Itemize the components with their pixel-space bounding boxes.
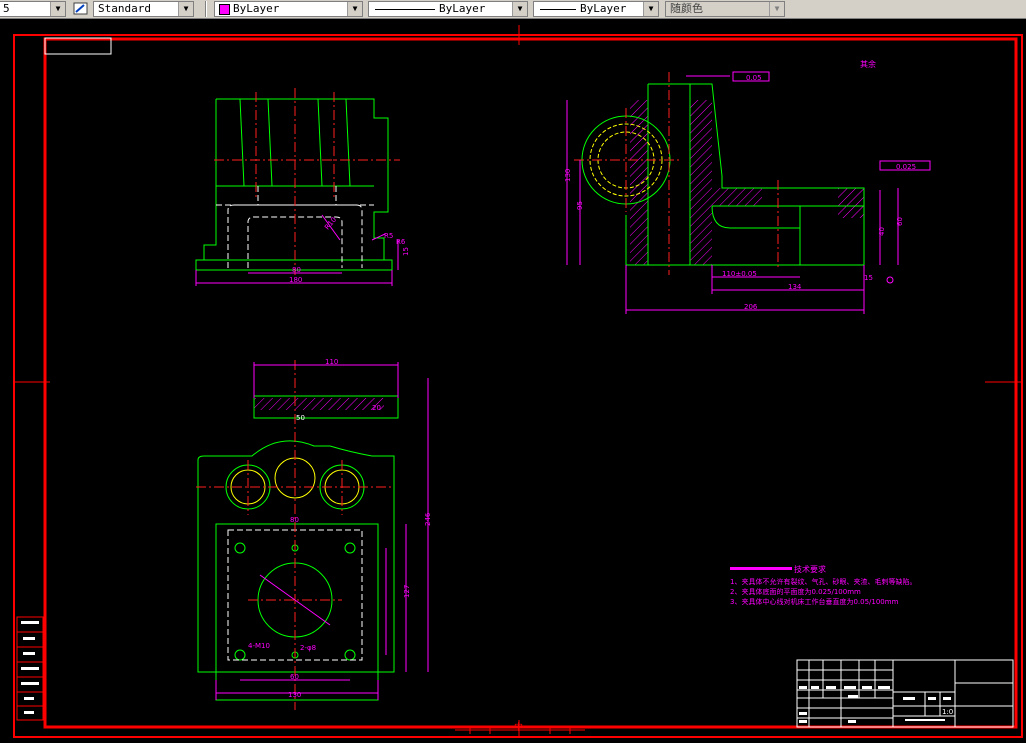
tech-req-line-2: 2、夹具体底面的平面度为0.025/100mm [730,587,861,596]
toolbar-separator [205,1,207,17]
side-section-view: 206 134 110±0.05 130 95 40 60 15 0.05 0.… [564,59,931,314]
side-dim-130: 130 [564,169,572,182]
side-dim-15: 15 [864,274,873,282]
sheet-outer-border [13,34,1023,738]
title-block-scale: 1:0 [942,708,953,716]
chevron-down-icon[interactable]: ▼ [347,2,362,16]
chevron-down-icon[interactable]: ▼ [643,2,658,16]
front-dim-r10: R10 [323,216,338,232]
top-dim-110: 110 [325,358,338,366]
properties-toolbar: 5 ▼ Standard ▼ ByLayer ▼ ByLayer ▼ ByLay… [0,0,1026,19]
top-dim-80: 80 [290,516,299,524]
chevron-down-icon[interactable]: ▼ [178,2,193,16]
side-dim-40: 40 [878,227,886,236]
linetype-value: ByLayer [439,2,486,15]
color-swatch-icon [219,4,230,15]
front-dim-inner: 80 [292,266,301,274]
top-dim-127: 127 [403,585,411,598]
text-style-value: Standard [98,2,151,15]
linetype-combo[interactable]: ByLayer ▼ [368,1,528,17]
linetype-sample [375,9,435,10]
top-dim-m10: 4-M10 [248,642,270,650]
side-dim-110: 110±0.05 [722,270,757,278]
side-dim-60: 60 [896,217,904,226]
lineweight-value: ByLayer [580,2,627,15]
side-dim-total: 206 [744,303,758,311]
lineweight-combo[interactable]: ByLayer ▼ [533,1,659,17]
top-view: 110 50 80 60 130 246 127 20 4-M10 2-φ8 [196,358,432,710]
top-dim-60: 60 [290,673,299,681]
chevron-down-icon[interactable]: ▼ [769,2,784,16]
color-combo[interactable]: ByLayer ▼ [214,1,363,17]
top-dim-50: 50 [296,414,305,422]
title-block [796,659,1014,728]
front-dim-width: 180 [289,276,302,284]
partial-combo-value: 5 [3,2,10,15]
top-dim-holes: 2-φ8 [300,644,316,652]
top-dim-130: 130 [288,691,301,699]
front-view: 180 80 R10 R5 R6 15 [195,88,410,286]
side-dim-95: 95 [576,201,584,210]
side-tol-flatness: 0.05 [746,74,762,82]
lineweight-sample [540,9,576,10]
front-dim-r6: R6 [396,238,406,246]
tech-req-line-3: 3、夹具体中心线对机床工作台垂直度为0.05/100mm [730,597,899,606]
chevron-down-icon[interactable]: ▼ [50,2,65,16]
partial-combo[interactable]: 5 ▼ [0,1,66,17]
side-dim-134: 134 [788,283,802,291]
front-dim-height: 15 [402,247,410,256]
chevron-down-icon[interactable]: ▼ [512,2,527,16]
color-value: ByLayer [233,2,280,15]
roughness-note: 其余 [860,59,876,69]
technical-requirements: 技术要求 1、夹具体不允许有裂纹、气孔、砂眼、夹渣、毛刺等缺陷。 2、夹具体底面… [730,564,916,606]
plot-style-combo[interactable]: 随颜色 ▼ [665,1,785,17]
sheet-inner-border [43,37,1018,729]
top-dim-20: 20 [372,404,381,412]
drawing-canvas[interactable]: 中 180 80 R10 R5 R6 15 206 134 110±0.05 1… [0,19,1026,743]
side-tol-parallel: 0.025 [896,163,916,171]
bottom-center-label: 中 [514,721,523,733]
text-style-combo[interactable]: Standard ▼ [93,1,194,17]
tech-req-title: 技术要求 [794,564,826,574]
revision-column-marks [21,621,39,714]
top-dim-246: 246 [424,512,432,526]
tech-req-line-1: 1、夹具体不允许有裂纹、气孔、砂眼、夹渣、毛刺等缺陷。 [730,577,916,586]
front-dim-r5: R5 [384,232,393,240]
plot-style-value: 随颜色 [670,2,703,15]
text-style-icon[interactable] [72,1,90,17]
